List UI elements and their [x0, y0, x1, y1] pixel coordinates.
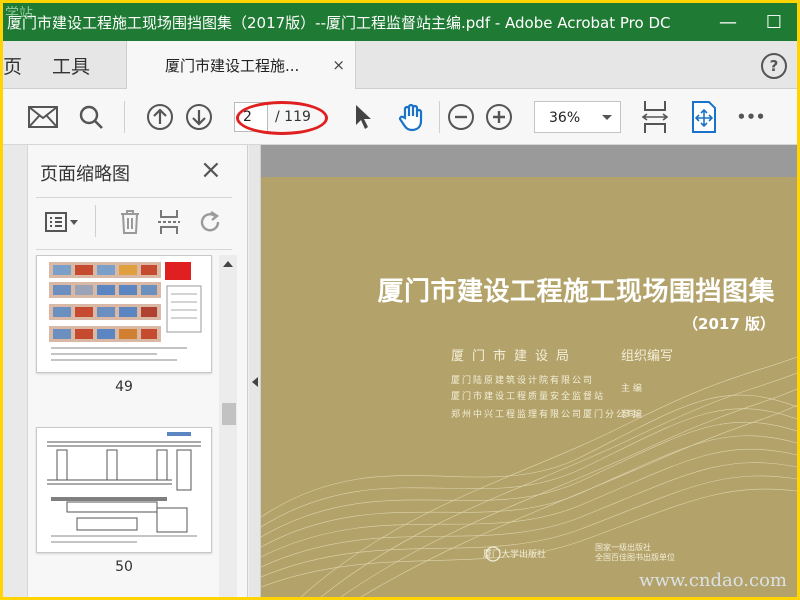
- maximize-button[interactable]: ☐: [751, 3, 797, 41]
- title-bar: 厦门市建设工程施工现场围挡图集（2017版）--厦门工程监督站主编.pdf - …: [3, 3, 797, 41]
- fit-page-icon[interactable]: [637, 99, 673, 135]
- panel-divider: [95, 205, 96, 237]
- zoom-in-icon[interactable]: [481, 99, 517, 135]
- publisher-logo-text: 厦门大学出版社: [483, 550, 547, 560]
- full-screen-icon[interactable]: [686, 99, 722, 135]
- cover-editor-role: 参 编: [621, 410, 642, 420]
- next-page-icon[interactable]: [181, 99, 217, 135]
- collapse-panel-icon[interactable]: [252, 377, 258, 387]
- tab-tools[interactable]: 工具: [52, 41, 90, 89]
- rotate-icon[interactable]: [196, 208, 226, 236]
- thumbnail-options-icon[interactable]: [42, 208, 82, 236]
- zoom-level-select[interactable]: 36%: [534, 101, 621, 133]
- delete-page-icon[interactable]: [115, 208, 145, 236]
- thumbnail-page-50[interactable]: [36, 427, 212, 553]
- cover-wave-graphic: [261, 356, 797, 597]
- zoom-value: 36%: [549, 110, 581, 126]
- tab-document[interactable]: 厦门市建设工程施... ×: [126, 41, 356, 90]
- thumbnail-label: 50: [115, 559, 133, 575]
- email-icon[interactable]: [25, 99, 61, 135]
- panel-divider: [36, 249, 232, 250]
- extract-page-icon[interactable]: [154, 208, 184, 236]
- page-thumbnails-panel: 页面缩略图 × 49 50: [28, 145, 248, 597]
- acrobat-window: 厦门市建设工程施工现场围挡图集（2017版）--厦门工程监督站主编.pdf - …: [3, 3, 797, 597]
- panel-title: 页面缩略图: [40, 164, 130, 185]
- cover-organizer: 厦门市建设局: [451, 349, 578, 364]
- previous-page-icon[interactable]: [142, 99, 178, 135]
- thumbnail-page-49[interactable]: [36, 255, 212, 373]
- cover-editor: 厦门陆原建筑设计院有限公司: [451, 376, 595, 386]
- tab-bar: 页 工具 厦门市建设工程施... × ?: [3, 41, 797, 90]
- search-icon[interactable]: [73, 99, 109, 135]
- panel-splitter[interactable]: [249, 145, 261, 597]
- scroll-up-icon[interactable]: [223, 261, 233, 267]
- minimize-button[interactable]: —: [705, 3, 751, 41]
- thumbnail-list[interactable]: 49 50: [28, 255, 228, 597]
- document-tab-label: 厦门市建设工程施...: [165, 57, 300, 75]
- panel-divider: [36, 197, 232, 198]
- scrollbar-thumb[interactable]: [222, 403, 236, 425]
- chevron-down-icon: [602, 115, 612, 120]
- cover-editor: 厦门市建设工程质量安全监督站: [451, 392, 606, 402]
- toolbar-divider: [124, 101, 125, 133]
- pdf-page-cover: 厦门市建设工程施工现场围挡图集 （2017 版） 厦门市建设局 组织编写 厦门陆…: [261, 177, 797, 597]
- cover-organizer-role: 组织编写: [621, 349, 674, 364]
- zoom-out-icon[interactable]: [443, 99, 479, 135]
- close-panel-icon[interactable]: ×: [200, 155, 222, 185]
- help-icon[interactable]: ?: [761, 53, 787, 79]
- site-watermark: www.cndao.com: [639, 570, 787, 591]
- cover-editor-role: 主 编: [621, 384, 642, 394]
- tab-home[interactable]: 页: [3, 41, 22, 89]
- cover-edition: （2017 版）: [683, 315, 775, 333]
- document-view[interactable]: 厦门市建设工程施工现场围挡图集 （2017 版） 厦门市建设局 组织编写 厦门陆…: [261, 145, 797, 597]
- cover-title: 厦门市建设工程施工现场围挡图集: [377, 277, 775, 307]
- corner-watermark: 学站: [5, 6, 33, 22]
- thumbnail-scrollbar[interactable]: [219, 255, 237, 597]
- toolbar-divider: [439, 101, 440, 133]
- thumbnail-label: 49: [115, 379, 133, 395]
- highlight-annotation: [236, 101, 328, 135]
- cover-editor: 郑州中兴工程监理有限公司厦门分公司: [451, 410, 639, 420]
- navigation-sidebar: [3, 145, 28, 597]
- window-title: 厦门市建设工程施工现场围挡图集（2017版）--厦门工程监督站主编.pdf - …: [7, 13, 671, 32]
- more-tools-icon[interactable]: •••: [733, 99, 769, 135]
- hand-tool-icon[interactable]: [393, 99, 429, 135]
- toolbar: 2 / 119 36% •••: [3, 89, 797, 145]
- close-tab-icon[interactable]: ×: [332, 56, 345, 74]
- select-cursor-icon[interactable]: [345, 99, 381, 135]
- publisher-subtitle: 国家一级出版社 全国百佳图书出版单位: [595, 543, 675, 562]
